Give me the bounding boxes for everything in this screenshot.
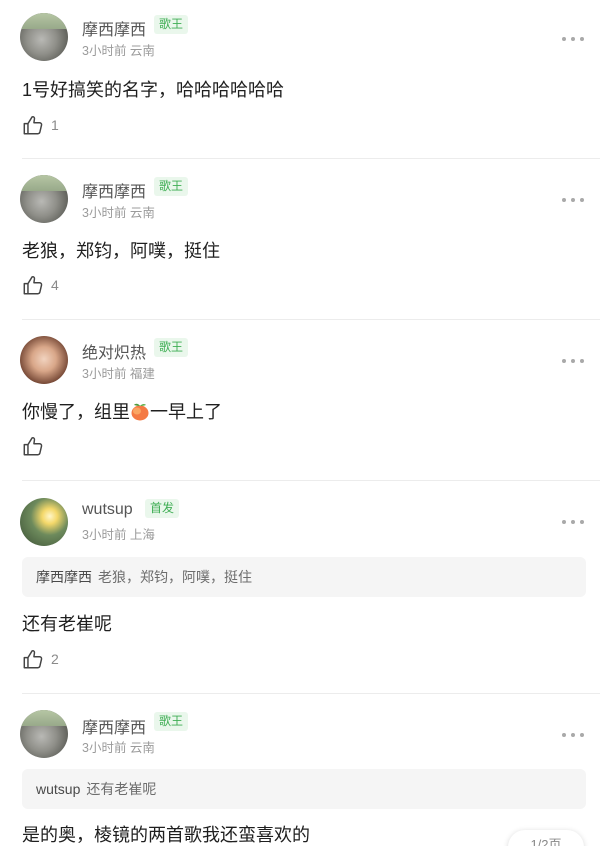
comment-text: 1号好搞笑的名字，哈哈哈哈哈哈: [22, 80, 285, 100]
like-count: 2: [51, 651, 59, 667]
comment-text: 你慢了，组里 一早上了: [22, 398, 222, 424]
user-badge: 首发: [145, 499, 180, 518]
thumbs-up-icon: [23, 276, 43, 295]
quoted-reply[interactable]: 摩西摩西 老狼，郑钧，阿噗，挺住: [22, 557, 586, 597]
user-badge: 歌王: [154, 177, 189, 196]
more-dots-icon[interactable]: [562, 358, 584, 364]
user-avatar[interactable]: [20, 498, 68, 546]
thumbs-up-icon: [23, 116, 43, 135]
thumbs-up-icon: [23, 650, 43, 669]
user-name[interactable]: 摩西摩西: [82, 16, 146, 40]
user-badge: 歌王: [154, 338, 189, 357]
like-button[interactable]: 4: [22, 273, 59, 297]
page-indicator[interactable]: 1/2页: [508, 830, 584, 846]
user-name[interactable]: 摩西摩西: [82, 178, 146, 202]
like-count: 4: [51, 277, 59, 293]
comment-text: 是的奥，棱镜的两首歌我还蛮喜欢的: [22, 825, 310, 845]
user-name[interactable]: 摩西摩西: [82, 714, 146, 738]
more-dots-icon[interactable]: [562, 197, 584, 203]
comment-meta: 3小时前 福建: [82, 367, 155, 381]
user-name[interactable]: wutsup: [82, 501, 133, 519]
comment-text: 老狼，郑钧，阿噗，挺住: [22, 241, 220, 261]
like-button[interactable]: [22, 434, 44, 458]
more-dots-icon[interactable]: [562, 36, 584, 42]
like-button[interactable]: 2: [22, 647, 59, 671]
comment-meta: 3小时前 云南: [82, 741, 155, 755]
quoted-text: 还有老崔呢: [86, 781, 157, 797]
quoted-user-name[interactable]: wutsup: [36, 781, 80, 797]
comment-item: 摩西摩西 歌王 3小时前 云南 老狼，郑钧，阿噗，挺住 4: [0, 158, 600, 319]
user-badge: 歌王: [154, 712, 189, 731]
like-count: 1: [51, 117, 59, 133]
comment-meta: 3小时前 云南: [82, 206, 155, 220]
comment-text: 还有老崔呢: [22, 614, 112, 634]
quoted-reply[interactable]: wutsup 还有老崔呢: [22, 769, 586, 809]
comment-item: wutsup 首发 3小时前 上海 摩西摩西 老狼，郑钧，阿噗，挺住 还有老崔呢 …: [0, 480, 600, 693]
comment-text-part: 你慢了，组里: [22, 402, 130, 422]
comment-text-part: 一早上了: [150, 402, 222, 422]
comment-meta: 3小时前 云南: [82, 44, 155, 58]
comment-item: 绝对炽热 歌王 3小时前 福建 你慢了，组里 一早上了: [0, 319, 600, 480]
quoted-user-name[interactable]: 摩西摩西: [36, 569, 92, 585]
peach-emoji-icon: [130, 402, 150, 421]
thumbs-up-icon: [23, 437, 43, 456]
more-dots-icon[interactable]: [562, 732, 584, 738]
user-avatar[interactable]: [20, 175, 68, 223]
user-avatar[interactable]: [20, 13, 68, 61]
comment-meta: 3小时前 上海: [82, 528, 155, 542]
user-avatar[interactable]: [20, 710, 68, 758]
comment-item: 摩西摩西 歌王 3小时前 云南 wutsup 还有老崔呢 是的奥，棱镜的两首歌我还…: [0, 693, 600, 846]
more-dots-icon[interactable]: [562, 519, 584, 525]
user-name[interactable]: 绝对炽热: [82, 339, 146, 363]
like-button[interactable]: 1: [22, 113, 59, 137]
user-badge: 歌王: [154, 15, 189, 34]
quoted-text: 老狼，郑钧，阿噗，挺住: [98, 569, 252, 585]
user-avatar[interactable]: [20, 336, 68, 384]
comment-item: 摩西摩西 歌王 3小时前 云南 1号好搞笑的名字，哈哈哈哈哈哈 1: [0, 0, 600, 158]
